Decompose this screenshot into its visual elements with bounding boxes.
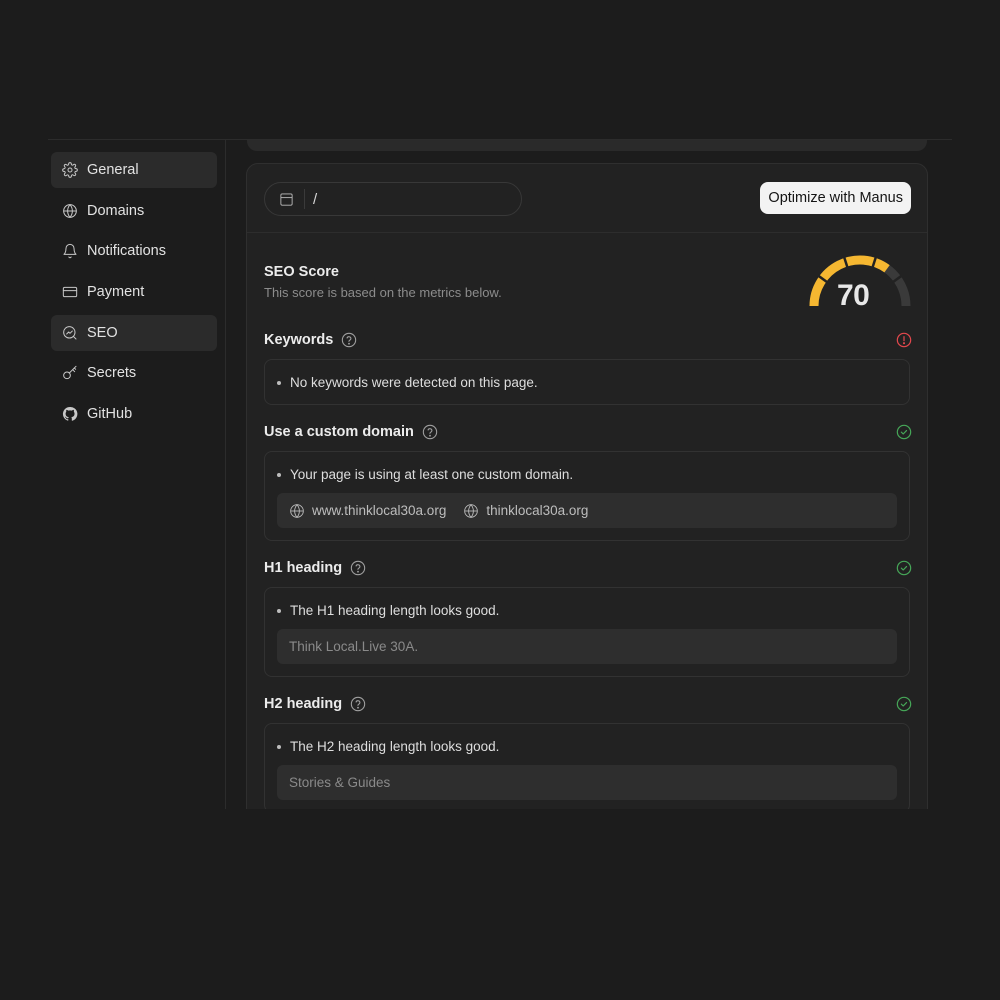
globe-icon <box>290 503 304 518</box>
domain-chip: www.thinklocal30a.org <box>289 503 446 519</box>
h1-box: The H1 heading length looks good. Think … <box>264 587 910 677</box>
h2-value: Stories & Guides <box>289 775 391 790</box>
seo-chart-icon <box>62 325 78 341</box>
seo-score-title: SEO Score <box>264 264 339 280</box>
keywords-message-text: No keywords were detected on this page. <box>290 375 538 390</box>
custom-domain-box: Your page is using at least one custom d… <box>264 451 910 541</box>
key-icon <box>62 365 78 381</box>
h1-value: Think Local.Live 30A. <box>289 639 419 654</box>
seo-panel-header: / Optimize with Manus <box>247 164 927 233</box>
custom-domain-label: Use a custom domain <box>264 424 414 440</box>
sidebar-item-label: GitHub <box>87 406 133 423</box>
seo-score-subtitle: This score is based on the metrics below… <box>264 285 502 300</box>
check-status-icon <box>896 560 912 576</box>
gear-icon <box>62 162 78 178</box>
bullet <box>277 380 281 385</box>
optimize-with-manus-button[interactable]: Optimize with Manus <box>760 182 911 214</box>
previous-card-edge <box>247 140 927 151</box>
check-status-icon <box>896 696 912 712</box>
h2-section-header: H2 heading <box>264 694 912 714</box>
custom-domain-message: Your page is using at least one custom d… <box>277 467 573 482</box>
help-icon[interactable] <box>350 560 366 576</box>
sidebar-item-label: General <box>87 162 139 178</box>
credit-card-icon <box>62 284 78 300</box>
sidebar-item-label: Notifications <box>87 243 166 260</box>
sidebar-item-github[interactable]: GitHub <box>51 396 217 432</box>
sidebar-item-label: SEO <box>87 324 118 341</box>
help-icon[interactable] <box>350 696 366 712</box>
help-icon[interactable] <box>341 332 357 348</box>
keywords-message: No keywords were detected on this page. <box>277 375 538 390</box>
h2-message: The H2 heading length looks good. <box>277 739 499 754</box>
h1-message: The H1 heading length looks good. <box>277 603 499 618</box>
globe-icon <box>62 203 78 219</box>
sidebar-item-general[interactable]: General <box>51 152 217 188</box>
custom-domain-message-text: Your page is using at least one custom d… <box>290 467 574 482</box>
keywords-section-header: Keywords <box>264 330 912 350</box>
h2-label: H2 heading <box>264 696 343 712</box>
keywords-box: No keywords were detected on this page. <box>264 359 910 405</box>
domain-name: thinklocal30a.org <box>486 503 589 518</box>
bell-icon <box>62 243 78 259</box>
domain-name: www.thinklocal30a.org <box>312 503 447 518</box>
page-icon <box>279 192 294 207</box>
sidebar-item-label: Domains <box>87 202 145 219</box>
h2-message-text: The H2 heading length looks good. <box>290 739 500 754</box>
page-path-value: / <box>313 190 318 208</box>
sidebar-item-seo[interactable]: SEO <box>51 314 217 351</box>
seo-panel: / Optimize with Manus SEO Score This sco… <box>246 163 928 809</box>
h1-section-header: H1 heading <box>264 558 912 578</box>
sidebar-item-payment[interactable]: Payment <box>51 274 217 310</box>
custom-domain-section-header: Use a custom domain <box>264 422 912 442</box>
globe-icon <box>464 503 479 518</box>
sidebar-item-label: Payment <box>87 284 145 301</box>
divider <box>304 189 305 209</box>
settings-frame: General Domains Notifications Payment SE… <box>48 139 952 809</box>
check-status-icon <box>896 424 912 440</box>
h1-value-field: Think Local.Live 30A. <box>277 629 897 664</box>
page-path-selector[interactable]: / <box>264 182 522 216</box>
domain-list: www.thinklocal30a.org thinklocal30a.org <box>277 493 897 528</box>
sidebar-item-notifications[interactable]: Notifications <box>51 233 217 269</box>
bullet <box>277 608 281 613</box>
seo-score-value: 70 <box>837 279 870 312</box>
h1-label: H1 heading <box>264 560 343 576</box>
h1-message-text: The H1 heading length looks good. <box>290 603 500 618</box>
help-icon[interactable] <box>422 424 438 440</box>
bullet <box>277 744 281 749</box>
sidebar-item-label: Secrets <box>87 365 137 382</box>
error-status-icon <box>896 332 912 348</box>
sidebar-item-domains[interactable]: Domains <box>51 193 217 229</box>
settings-sidebar: General Domains Notifications Payment SE… <box>48 140 226 809</box>
domain-chip: thinklocal30a.org <box>463 503 588 519</box>
keywords-label: Keywords <box>264 332 334 348</box>
bullet <box>277 472 281 477</box>
github-icon <box>62 406 78 422</box>
h2-value-field: Stories & Guides <box>277 765 897 800</box>
h2-box: The H2 heading length looks good. Storie… <box>264 723 910 809</box>
sidebar-item-secrets[interactable]: Secrets <box>51 355 217 391</box>
